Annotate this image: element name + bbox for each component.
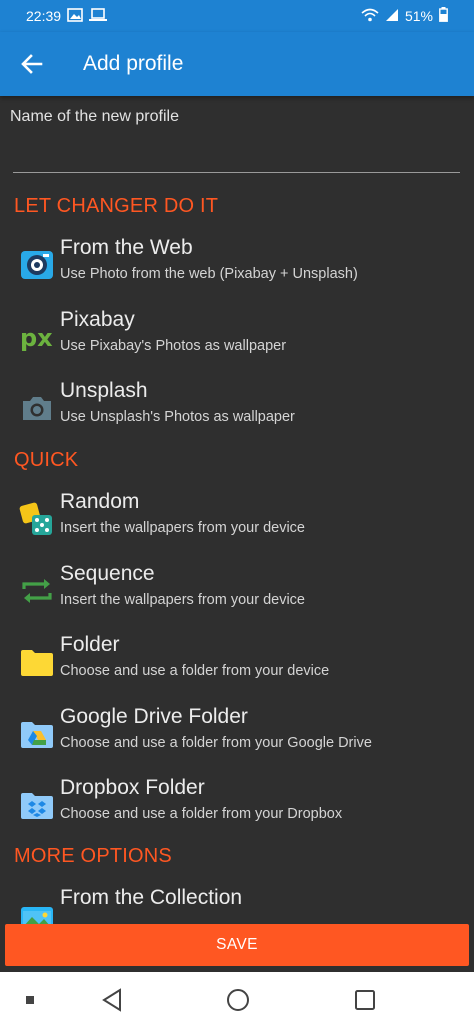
item-subtitle: Use Unsplash's Photos as wallpaper [60, 409, 295, 425]
save-button[interactable]: SAVE [5, 924, 469, 966]
item-subtitle: Insert the wallpapers from your device [60, 520, 305, 536]
status-bar: 22:39 51% [0, 0, 474, 32]
collection-icon [18, 896, 56, 924]
back-triangle-icon [102, 988, 121, 1012]
profile-name-label: Name of the new profile [10, 108, 179, 125]
camera-icon [18, 389, 56, 427]
pixabay-icon: px [18, 318, 56, 356]
recents-square-icon [355, 990, 375, 1010]
dropbox-folder-icon [18, 786, 56, 824]
web-camera-icon [18, 246, 56, 284]
item-subtitle: Choose and use a folder from your Dropbo… [60, 806, 343, 822]
list-item-google-drive-folder[interactable]: Google Drive Folder Choose and use a fol… [0, 705, 474, 771]
google-drive-folder-icon [18, 715, 56, 753]
laptop-notification-icon [89, 7, 108, 25]
item-subtitle: Insert the wallpapers from your device [60, 592, 305, 608]
section-header-let-changer: LET CHANGER DO IT [14, 195, 219, 217]
profile-name-underline [13, 172, 460, 173]
item-title: From the Web [60, 236, 193, 259]
dot-icon [26, 996, 34, 1004]
section-header-more-options: MORE OPTIONS [14, 845, 172, 867]
list-item-from-the-collection[interactable]: From the Collection [0, 886, 474, 924]
nav-recents-button[interactable] [351, 986, 379, 1014]
item-subtitle: Choose and use a folder from your device [60, 663, 330, 679]
battery-percentage: 51% [404, 8, 433, 24]
battery-icon [439, 7, 448, 25]
list-item-dropbox-folder[interactable]: Dropbox Folder Choose and use a folder f… [0, 776, 474, 842]
svg-text:px: px [20, 324, 53, 352]
status-right: 51% [361, 7, 448, 25]
item-title: Random [60, 490, 140, 513]
app-bar: Add profile [0, 32, 474, 96]
home-circle-icon [227, 989, 249, 1011]
item-title: Dropbox Folder [60, 776, 205, 799]
status-time: 22:39 [26, 8, 62, 24]
dice-icon [18, 500, 56, 538]
status-left: 22:39 [26, 7, 108, 25]
page-title: Add profile [83, 52, 184, 75]
item-subtitle: Choose and use a folder from your Google… [60, 735, 372, 751]
wifi-icon [361, 8, 379, 25]
item-subtitle: Use Pixabay's Photos as wallpaper [60, 338, 287, 354]
back-arrow-icon [21, 54, 43, 74]
nav-home-button[interactable] [224, 986, 252, 1014]
list-item-random[interactable]: Random Insert the wallpapers from your d… [0, 490, 474, 556]
list-item-sequence[interactable]: Sequence Insert the wallpapers from your… [0, 562, 474, 628]
item-title: Folder [60, 633, 120, 656]
list-item-pixabay[interactable]: px Pixabay Use Pixabay's Photos as wallp… [0, 308, 474, 374]
item-title: From the Collection [60, 886, 243, 909]
nav-back-button[interactable] [98, 986, 126, 1014]
item-title: Sequence [60, 562, 155, 585]
list-item-unsplash[interactable]: Unsplash Use Unsplash's Photos as wallpa… [0, 379, 474, 445]
image-notification-icon [67, 7, 83, 25]
item-title: Pixabay [60, 308, 135, 331]
profile-name-input[interactable] [13, 136, 460, 172]
repeat-icon [18, 572, 56, 610]
item-title: Google Drive Folder [60, 705, 248, 728]
signal-icon [385, 8, 399, 25]
item-subtitle: Use Photo from the web (Pixabay + Unspla… [60, 266, 358, 282]
folder-icon [18, 643, 56, 681]
list-item-folder[interactable]: Folder Choose and use a folder from your… [0, 633, 474, 699]
back-button[interactable] [0, 32, 64, 96]
nav-dot-button[interactable] [16, 986, 44, 1014]
section-header-quick: QUICK [14, 449, 79, 471]
item-title: Unsplash [60, 379, 148, 402]
profile-options-list: Name of the new profile LET CHANGER DO I… [0, 96, 474, 924]
list-item-from-the-web[interactable]: From the Web Use Photo from the web (Pix… [0, 236, 474, 302]
system-navigation-bar [0, 972, 474, 1027]
